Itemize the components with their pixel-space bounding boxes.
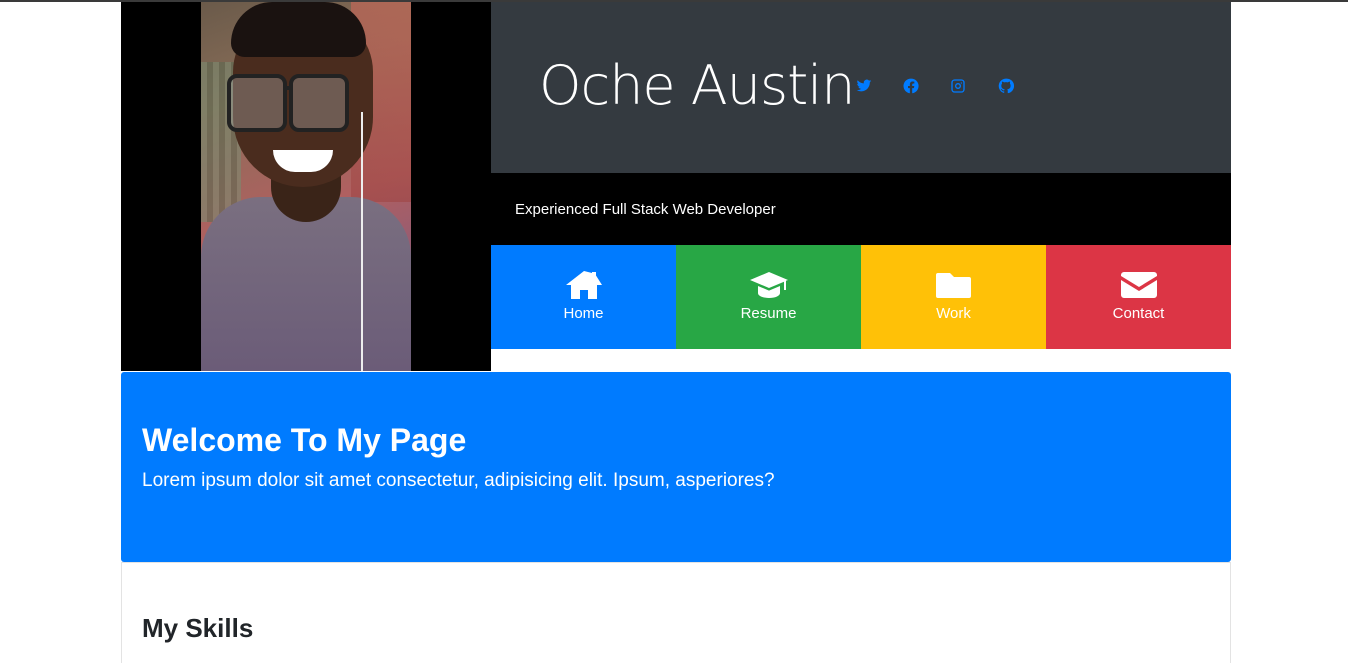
main-nav: Home Resume Work Contact — [491, 245, 1231, 349]
nav-home-label: Home — [563, 305, 604, 322]
nav-resume-label: Resume — [740, 305, 797, 322]
tagline: Experienced Full Stack Web Developer — [515, 201, 776, 218]
instagram-icon — [950, 78, 966, 99]
page-title: Oche Austin — [539, 54, 856, 117]
envelope-icon — [1120, 270, 1158, 300]
facebook-link[interactable] — [901, 78, 921, 98]
title-bar: Oche Austin — [491, 2, 1231, 173]
profile-photo-column — [121, 2, 491, 371]
nav-resume[interactable]: Resume — [676, 245, 861, 349]
skills-card: My Skills — [121, 562, 1231, 663]
nav-home[interactable]: Home — [491, 245, 676, 349]
nav-contact-label: Contact — [1112, 305, 1165, 322]
home-icon — [565, 270, 603, 300]
welcome-jumbotron: Welcome To My Page Lorem ipsum dolor sit… — [121, 372, 1231, 562]
twitter-icon — [856, 78, 872, 99]
twitter-link[interactable] — [854, 78, 874, 98]
tagline-bar: Experienced Full Stack Web Developer — [491, 173, 1231, 245]
welcome-text: Lorem ipsum dolor sit amet consectetur, … — [142, 470, 775, 491]
facebook-icon — [903, 78, 919, 99]
instagram-link[interactable] — [948, 78, 968, 98]
github-link[interactable] — [996, 78, 1016, 98]
nav-work[interactable]: Work — [861, 245, 1046, 349]
graduation-cap-icon — [749, 270, 788, 300]
nav-contact[interactable]: Contact — [1046, 245, 1231, 349]
nav-work-label: Work — [936, 305, 971, 322]
profile-photo — [201, 2, 411, 371]
welcome-title: Welcome To My Page — [142, 422, 467, 458]
github-icon — [998, 78, 1015, 99]
folder-icon — [935, 270, 973, 300]
skills-title: My Skills — [142, 613, 254, 643]
